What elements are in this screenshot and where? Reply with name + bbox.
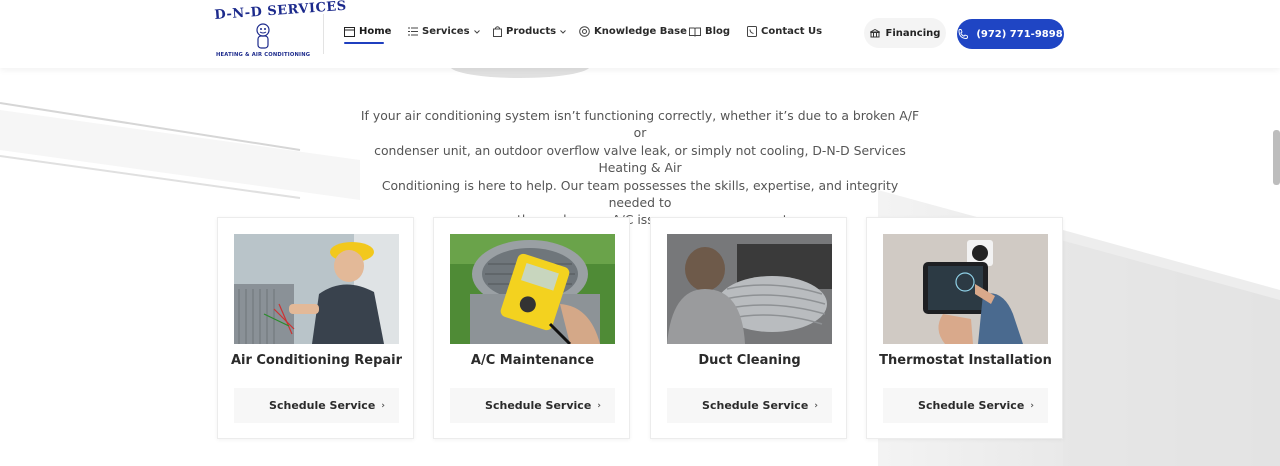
service-card-ac-repair: Air Conditioning Repair Schedule Service…	[217, 217, 414, 439]
nav-knowledge-base[interactable]: Knowledge Base	[579, 26, 687, 37]
schedule-service-button[interactable]: Schedule Service ›	[667, 388, 832, 423]
chevron-down-icon	[473, 29, 480, 34]
button-label: Schedule Service	[269, 399, 376, 412]
financing-button[interactable]: Financing	[864, 18, 946, 48]
intro-paragraph: If your air conditioning system isn’t fu…	[360, 107, 920, 229]
logo-tagline: HEATING & AIR CONDITIONING	[216, 52, 311, 58]
list-icon	[408, 27, 418, 36]
financing-label: Financing	[885, 27, 941, 39]
phone-button[interactable]: (972) 771-9898	[957, 19, 1064, 49]
service-card-thermostat: Thermostat Installation Schedule Service…	[866, 217, 1063, 439]
chevron-down-icon	[560, 29, 566, 34]
company-logo[interactable]: D-N-D SERVICES HEATING & AIR CONDITIONIN…	[214, 0, 347, 60]
chevron-right-icon: ›	[814, 400, 818, 411]
shopping-bag-icon	[493, 26, 502, 37]
technician-repair-image	[234, 234, 399, 344]
book-icon	[689, 27, 701, 37]
chevron-right-icon: ›	[597, 400, 601, 411]
nav-home[interactable]: Home	[344, 26, 391, 37]
header-divider	[323, 14, 324, 54]
schedule-service-button[interactable]: Schedule Service ›	[883, 388, 1048, 423]
chevron-right-icon: ›	[381, 400, 385, 411]
site-header: D-N-D SERVICES HEATING & AIR CONDITIONIN…	[0, 0, 1280, 68]
logo-wordmark: D-N-D SERVICES	[214, 0, 348, 23]
nav-blog-label: Blog	[705, 26, 731, 37]
multimeter-ac-image	[450, 234, 615, 344]
smart-thermostat-image	[883, 234, 1048, 344]
bank-icon	[869, 28, 880, 37]
schedule-service-button[interactable]: Schedule Service ›	[234, 388, 399, 423]
service-card-ac-maintenance: A/C Maintenance Schedule Service ›	[433, 217, 630, 439]
browser-window-icon	[344, 26, 355, 37]
lifebuoy-icon	[579, 26, 590, 37]
nav-active-indicator	[344, 42, 384, 44]
nav-contact-us[interactable]: Contact Us	[747, 26, 822, 37]
phone-icon	[958, 29, 969, 39]
duct-cleaning-image	[667, 234, 832, 344]
card-title: Duct Cleaning	[698, 353, 801, 368]
intro-line: condenser unit, an outdoor overflow valv…	[374, 142, 906, 176]
service-card-duct-cleaning: Duct Cleaning Schedule Service ›	[650, 217, 847, 439]
intro-line: Conditioning is here to help. Our team p…	[381, 177, 899, 211]
nav-services-label: Services	[422, 26, 470, 37]
nav-services[interactable]: Services	[408, 26, 480, 37]
nav-home-label: Home	[359, 26, 392, 37]
phone-book-icon	[747, 26, 757, 37]
button-label: Schedule Service	[485, 399, 592, 412]
schedule-service-button[interactable]: Schedule Service ›	[450, 388, 615, 423]
background-decoration	[0, 54, 1280, 466]
nav-contact-us-label: Contact Us	[761, 26, 823, 37]
button-label: Schedule Service	[918, 399, 1025, 412]
phone-label: (972) 771-9898	[976, 28, 1063, 40]
card-title: Thermostat Installation	[879, 353, 1052, 368]
nav-products[interactable]: Products	[493, 26, 566, 37]
nav-knowledge-base-label: Knowledge Base	[594, 26, 687, 37]
intro-line: If your air conditioning system isn’t fu…	[360, 108, 920, 141]
mascot-icon	[256, 23, 270, 49]
nav-blog[interactable]: Blog	[689, 26, 730, 37]
button-label: Schedule Service	[702, 399, 809, 412]
chevron-right-icon: ›	[1030, 400, 1034, 411]
card-title: Air Conditioning Repair	[230, 353, 403, 368]
nav-products-label: Products	[506, 26, 557, 37]
card-title: A/C Maintenance	[470, 353, 595, 368]
